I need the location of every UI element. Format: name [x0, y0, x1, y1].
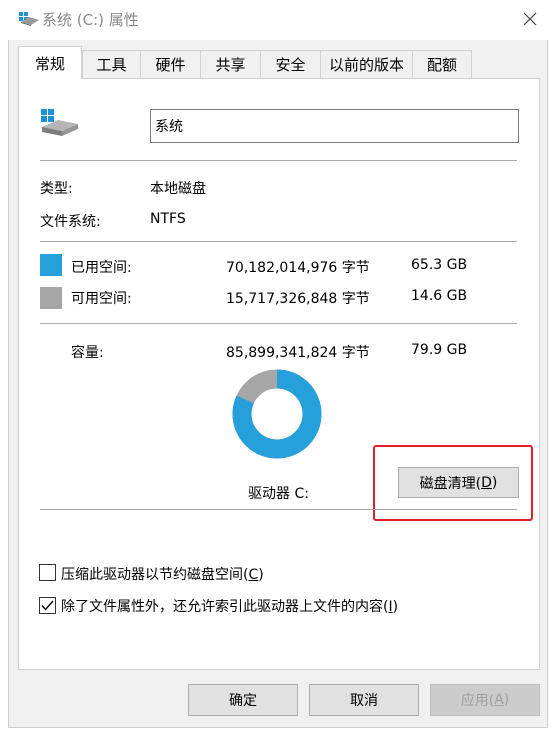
- compress-drive-label: 压缩此驱动器以节约磁盘空间(C): [61, 567, 264, 583]
- hard-drive-icon: [40, 108, 80, 142]
- free-space-size: 14.6 GB: [411, 288, 468, 304]
- filesystem-value: NTFS: [150, 211, 186, 227]
- capacity-label: 容量:: [71, 345, 104, 361]
- tab-general[interactable]: 常规: [18, 46, 82, 79]
- used-space-label: 已用空间:: [71, 260, 132, 276]
- drive-letter-label: 驱动器 C:: [248, 486, 309, 502]
- window-title: 系统 (C:) 属性: [42, 11, 139, 29]
- drive-icon: [19, 12, 39, 30]
- tab-quota[interactable]: 配额: [412, 50, 472, 78]
- disk-usage-donut: [232, 369, 322, 459]
- tab-previous-versions[interactable]: 以前的版本: [320, 50, 413, 78]
- tab-tools[interactable]: 工具: [82, 50, 141, 78]
- free-space-bytes: 15,717,326,848 字节: [226, 291, 370, 307]
- compress-drive-checkbox[interactable]: [39, 564, 56, 581]
- index-contents-label: 除了文件属性外，还允许索引此驱动器上文件的内容(I): [61, 599, 399, 615]
- close-icon: [523, 12, 537, 26]
- divider: [40, 323, 517, 324]
- checkmark-icon: [41, 600, 54, 611]
- apply-button[interactable]: 应用(A): [430, 684, 540, 716]
- title-bar: 系统 (C:) 属性: [0, 0, 559, 40]
- type-value: 本地磁盘: [150, 181, 206, 197]
- tab-security[interactable]: 安全: [260, 50, 321, 78]
- tab-hardware[interactable]: 硬件: [140, 50, 201, 78]
- used-space-size: 65.3 GB: [411, 257, 468, 273]
- close-button[interactable]: [510, 2, 550, 36]
- divider: [40, 241, 517, 242]
- index-contents-checkbox[interactable]: [39, 597, 56, 614]
- free-space-swatch: [40, 287, 62, 309]
- used-space-bytes: 70,182,014,976 字节: [226, 260, 370, 276]
- free-space-label: 可用空间:: [71, 291, 132, 307]
- filesystem-label: 文件系统:: [40, 214, 101, 230]
- capacity-size: 79.9 GB: [411, 342, 468, 358]
- divider: [40, 160, 517, 161]
- tab-sharing[interactable]: 共享: [200, 50, 261, 78]
- capacity-bytes: 85,899,341,824 字节: [226, 345, 370, 361]
- used-space-swatch: [40, 254, 62, 276]
- divider: [40, 509, 517, 510]
- ok-button[interactable]: 确定: [188, 684, 298, 716]
- type-label: 类型:: [40, 181, 73, 197]
- drive-name-input[interactable]: [150, 109, 519, 143]
- cancel-button[interactable]: 取消: [309, 684, 419, 716]
